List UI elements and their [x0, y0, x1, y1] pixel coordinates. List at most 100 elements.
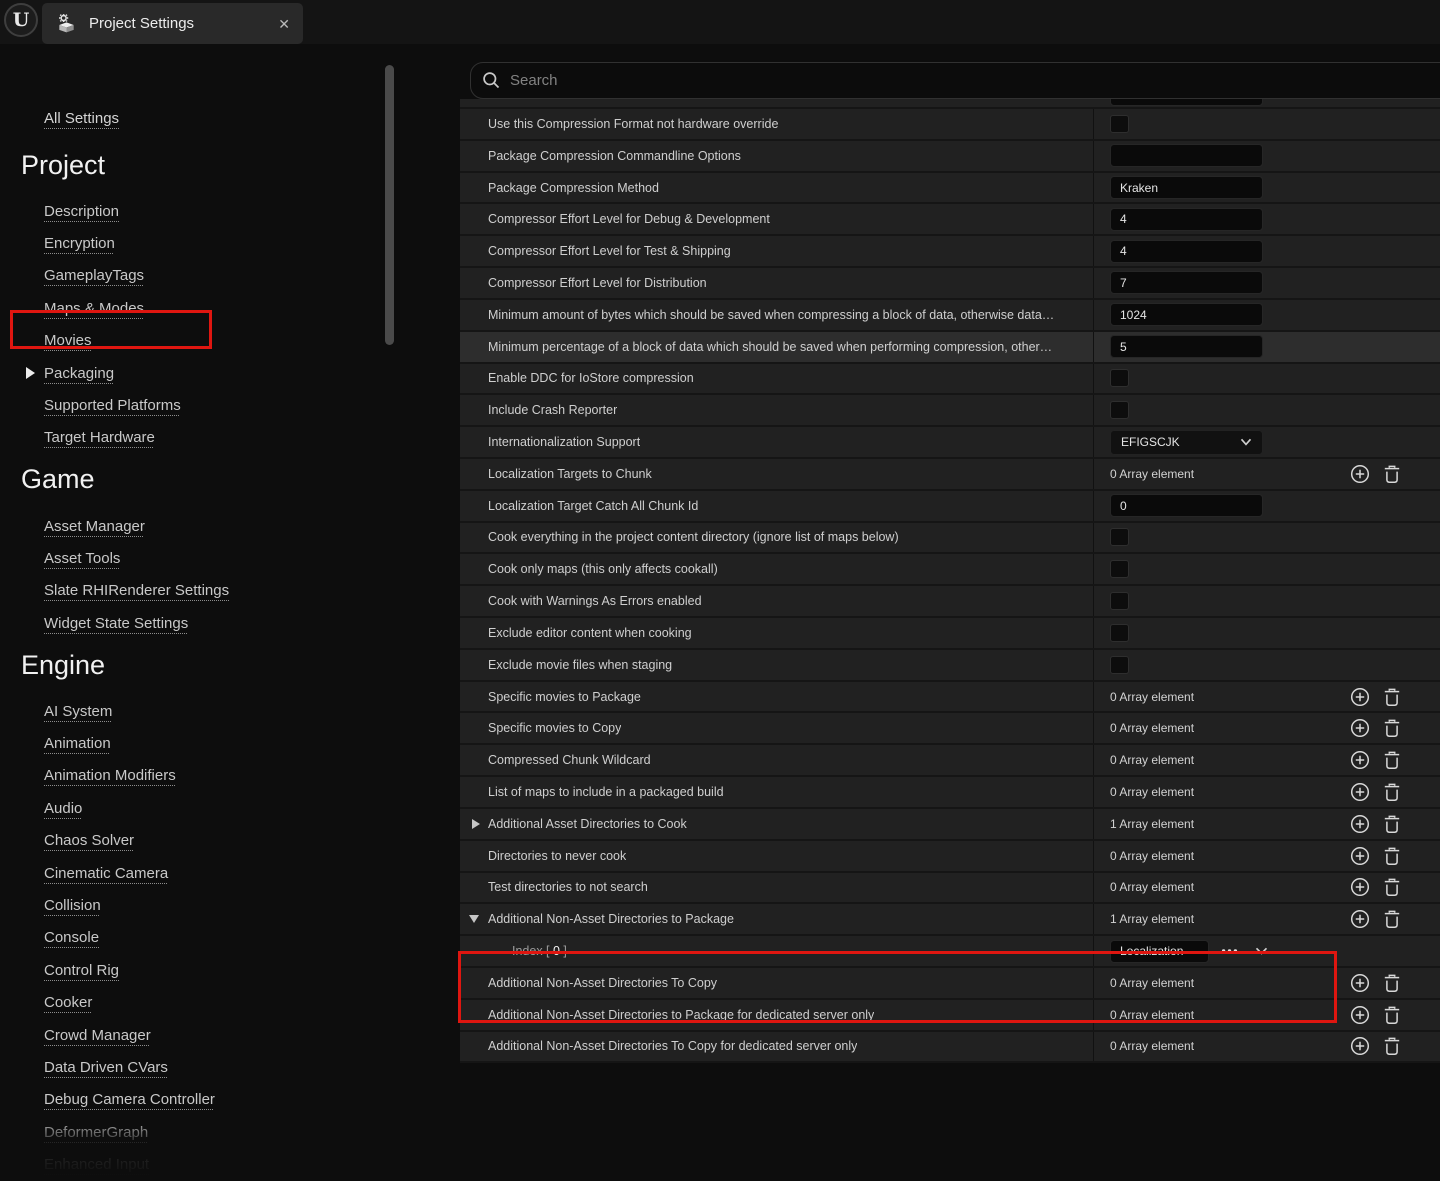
- entry-dropdown-button[interactable]: [1255, 947, 1268, 955]
- add-array-element-button[interactable]: [1350, 718, 1370, 738]
- sidebar-item-crowd-manager[interactable]: Crowd Manager: [0, 1019, 400, 1051]
- sidebar-item-console[interactable]: Console: [0, 922, 400, 954]
- delete-array-button[interactable]: [1383, 1036, 1401, 1056]
- sidebar-item-asset-tools[interactable]: Asset Tools: [0, 542, 400, 574]
- add-array-element-button[interactable]: [1350, 782, 1370, 802]
- text-input[interactable]: [1110, 144, 1263, 167]
- chevron-down-icon[interactable]: [1255, 947, 1268, 955]
- sidebar-item-widget-state-settings[interactable]: Widget State Settings: [0, 607, 400, 639]
- sidebar-item-packaging[interactable]: Packaging: [0, 357, 400, 389]
- delete-array-icon[interactable]: [1383, 909, 1401, 929]
- add-array-element-button[interactable]: [1350, 814, 1370, 834]
- text-input[interactable]: 4: [1110, 240, 1263, 263]
- delete-array-button[interactable]: [1383, 973, 1401, 993]
- text-input[interactable]: 4: [1110, 208, 1263, 231]
- dropdown-select[interactable]: EFIGSCJK: [1110, 430, 1263, 455]
- sidebar-item-supported-platforms[interactable]: Supported Platforms: [0, 389, 400, 421]
- add-array-element-button[interactable]: [1350, 687, 1370, 707]
- sidebar-item-ai-system[interactable]: AI System: [0, 695, 400, 727]
- delete-array-icon[interactable]: [1383, 782, 1401, 802]
- entry-options-button[interactable]: [1221, 949, 1238, 954]
- text-input[interactable]: 7: [1110, 271, 1263, 294]
- sidebar-item-gameplaytags[interactable]: GameplayTags: [0, 260, 400, 292]
- text-input[interactable]: 1024: [1110, 303, 1263, 326]
- delete-array-icon[interactable]: [1383, 973, 1401, 993]
- add-array-element-icon[interactable]: [1350, 750, 1370, 770]
- add-array-element-icon[interactable]: [1350, 846, 1370, 866]
- delete-array-icon[interactable]: [1383, 687, 1401, 707]
- tab-close-icon[interactable]: ✕: [278, 17, 290, 31]
- add-array-element-button[interactable]: [1350, 846, 1370, 866]
- checkbox-unchecked[interactable]: [1110, 528, 1129, 546]
- delete-array-button[interactable]: [1383, 750, 1401, 770]
- delete-array-button[interactable]: [1383, 687, 1401, 707]
- sidebar-item-target-hardware[interactable]: Target Hardware: [0, 422, 400, 454]
- sidebar-item-chaos-solver[interactable]: Chaos Solver: [0, 825, 400, 857]
- delete-array-icon[interactable]: [1383, 464, 1401, 484]
- text-input[interactable]: 5: [1110, 335, 1263, 358]
- add-array-element-button[interactable]: [1350, 909, 1370, 929]
- expander-arrow-down-icon[interactable]: [469, 915, 479, 923]
- search-input[interactable]: [510, 72, 1440, 89]
- delete-array-button[interactable]: [1383, 814, 1401, 834]
- delete-array-button[interactable]: [1383, 877, 1401, 897]
- sidebar-item-enhanced-input[interactable]: Enhanced Input: [0, 1148, 400, 1180]
- sidebar-item-animation-modifiers[interactable]: Animation Modifiers: [0, 760, 400, 792]
- delete-array-button[interactable]: [1383, 718, 1401, 738]
- add-array-element-icon[interactable]: [1350, 782, 1370, 802]
- checkbox-unchecked[interactable]: [1110, 369, 1129, 387]
- add-array-element-icon[interactable]: [1350, 973, 1370, 993]
- sidebar-item-audio[interactable]: Audio: [0, 792, 400, 824]
- add-array-element-button[interactable]: [1350, 1036, 1370, 1056]
- sidebar-item-animation[interactable]: Animation: [0, 727, 400, 759]
- add-array-element-button[interactable]: [1350, 973, 1370, 993]
- add-array-element-button[interactable]: [1350, 877, 1370, 897]
- delete-array-icon[interactable]: [1383, 877, 1401, 897]
- ellipsis-options-icon[interactable]: [1221, 949, 1238, 954]
- delete-array-button[interactable]: [1383, 782, 1401, 802]
- delete-array-button[interactable]: [1383, 846, 1401, 866]
- delete-array-icon[interactable]: [1383, 718, 1401, 738]
- delete-array-icon[interactable]: [1383, 1036, 1401, 1056]
- checkbox-unchecked[interactable]: [1110, 115, 1129, 133]
- sidebar-item-encryption[interactable]: Encryption: [0, 227, 400, 259]
- sidebar-item-description[interactable]: Description: [0, 195, 400, 227]
- add-array-element-icon[interactable]: [1350, 814, 1370, 834]
- checkbox-unchecked[interactable]: [1110, 624, 1129, 642]
- add-array-element-button[interactable]: [1350, 464, 1370, 484]
- text-input[interactable]: Kraken: [1110, 176, 1263, 199]
- delete-array-icon[interactable]: [1383, 1005, 1401, 1025]
- delete-array-icon[interactable]: [1383, 846, 1401, 866]
- add-array-element-icon[interactable]: [1350, 877, 1370, 897]
- add-array-element-icon[interactable]: [1350, 464, 1370, 484]
- delete-array-icon[interactable]: [1383, 750, 1401, 770]
- add-array-element-icon[interactable]: [1350, 687, 1370, 707]
- add-array-element-icon[interactable]: [1350, 1036, 1370, 1056]
- checkbox-unchecked[interactable]: [1110, 656, 1129, 674]
- sidebar-item-collision[interactable]: Collision: [0, 889, 400, 921]
- add-array-element-button[interactable]: [1350, 1005, 1370, 1025]
- sidebar-item-deformergraph[interactable]: DeformerGraph: [0, 1116, 400, 1148]
- sidebar-item-slate-rhirenderer-settings[interactable]: Slate RHIRenderer Settings: [0, 575, 400, 607]
- sidebar-item-cooker[interactable]: Cooker: [0, 987, 400, 1019]
- sidebar-item-control-rig[interactable]: Control Rig: [0, 954, 400, 986]
- sidebar-item-movies[interactable]: Movies: [0, 325, 400, 357]
- array-entry-input[interactable]: Localization: [1110, 940, 1209, 963]
- sidebar-item-debug-camera-controller[interactable]: Debug Camera Controller: [0, 1084, 400, 1116]
- chevron-down-icon[interactable]: [1240, 438, 1252, 446]
- sidebar-item-asset-manager[interactable]: Asset Manager: [0, 510, 400, 542]
- sidebar-scrollbar-thumb[interactable]: [385, 65, 394, 345]
- project-settings-tab[interactable]: Project Settings ✕: [42, 3, 303, 44]
- delete-array-button[interactable]: [1383, 909, 1401, 929]
- sidebar-item-cinematic-camera[interactable]: Cinematic Camera: [0, 857, 400, 889]
- add-array-element-button[interactable]: [1350, 750, 1370, 770]
- delete-array-icon[interactable]: [1383, 814, 1401, 834]
- text-input[interactable]: 0: [1110, 494, 1263, 517]
- delete-array-button[interactable]: [1383, 1005, 1401, 1025]
- expander-arrow-right-icon[interactable]: [472, 819, 480, 829]
- checkbox-unchecked[interactable]: [1110, 560, 1129, 578]
- checkbox-unchecked[interactable]: [1110, 592, 1129, 610]
- checkbox-unchecked[interactable]: [1110, 401, 1129, 419]
- add-array-element-icon[interactable]: [1350, 909, 1370, 929]
- delete-array-button[interactable]: [1383, 464, 1401, 484]
